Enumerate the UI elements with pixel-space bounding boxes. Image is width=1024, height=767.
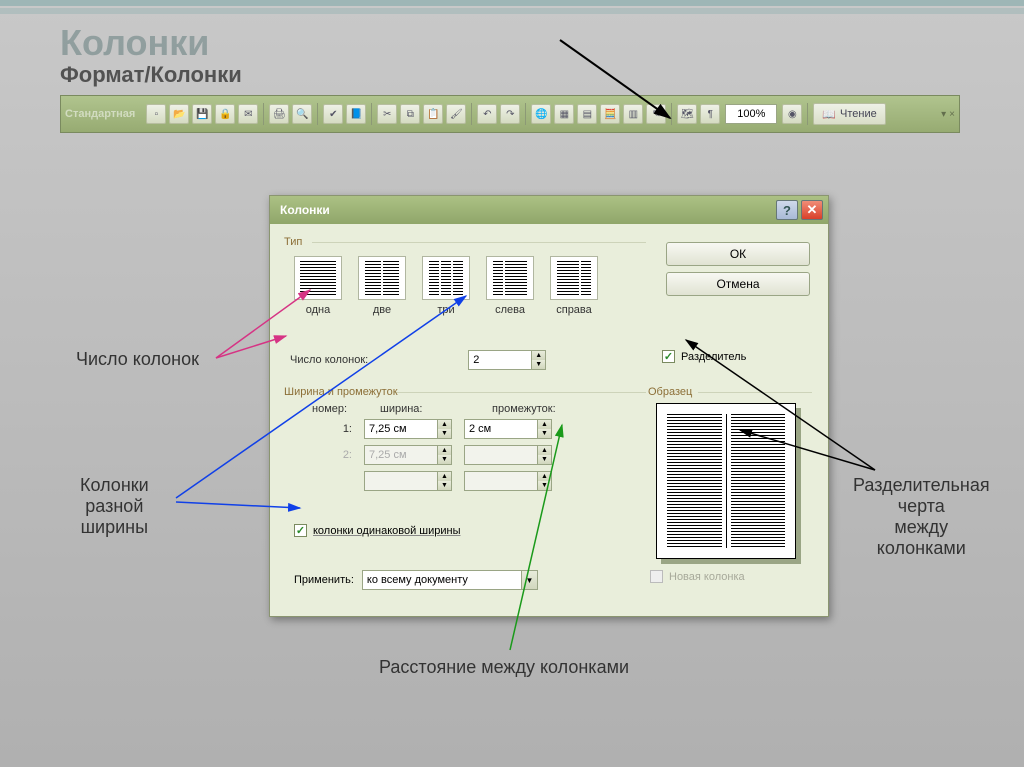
excel-icon[interactable]: 🧮 (600, 104, 620, 124)
toolbar-separator (371, 103, 372, 125)
col-width-header: ширина: (380, 403, 472, 415)
preview-column (667, 414, 722, 548)
cancel-button[interactable]: Отмена (666, 272, 810, 296)
row3-gap-spinner: ▲▼ (538, 471, 552, 491)
standard-toolbar: Стандартная ▫ 📂 💾 🔒 ✉ 🖨 🔍 ✔ 📘 ✂ ⧉ 📋 🖌 ↶ … (60, 95, 960, 133)
new-column-checkbox (650, 570, 663, 583)
type-left[interactable]: слева (482, 256, 538, 316)
cut-icon[interactable]: ✂ (377, 104, 397, 124)
callout-sep-line: Разделительная черта между колонками (853, 475, 990, 559)
preview-column (731, 414, 786, 548)
reading-layout-label: Чтение (840, 108, 877, 120)
research-icon[interactable]: 📘 (346, 104, 366, 124)
open-icon[interactable]: 📂 (169, 104, 189, 124)
type-two-label: две (373, 304, 391, 316)
toolbar-options-icon[interactable]: ▾ (941, 109, 946, 120)
apply-combo[interactable] (362, 570, 522, 590)
row1-gap-spinner[interactable]: ▲▼ (538, 419, 552, 439)
separator-label: Разделитель (681, 351, 746, 363)
columns-icon[interactable]: ▥ (623, 104, 643, 124)
numcols-spinner[interactable]: ▲▼ (532, 350, 546, 370)
callout-count: Число колонок (76, 349, 199, 370)
print-icon[interactable]: 🖨 (269, 104, 289, 124)
zoom-combo[interactable]: 100% (725, 104, 777, 124)
show-paragraph-icon[interactable]: ¶ (700, 104, 720, 124)
row1-index: 1: (312, 423, 352, 435)
spellcheck-icon[interactable]: ✔ (323, 104, 343, 124)
toolbar-separator (471, 103, 472, 125)
undo-icon[interactable]: ↶ (477, 104, 497, 124)
type-group-label: Тип (284, 236, 302, 248)
dialog-title-text: Колонки (280, 203, 330, 217)
save-icon[interactable]: 💾 (192, 104, 212, 124)
toolbar-separator (317, 103, 318, 125)
new-column-label: Новая колонка (669, 571, 745, 583)
help-icon[interactable]: ◉ (782, 104, 802, 124)
insert-table-icon[interactable]: ▤ (577, 104, 597, 124)
equal-width-label: колонки одинаковой ширины (313, 525, 461, 537)
drawing-icon[interactable]: ✎ (646, 104, 666, 124)
row1-gap-input[interactable] (464, 419, 538, 439)
row3-gap-input (464, 471, 538, 491)
row1-width-input[interactable] (364, 419, 438, 439)
apply-dropdown-icon[interactable]: ▼ (522, 570, 538, 590)
row2-index: 2: (312, 449, 352, 461)
preview-label: Образец (648, 386, 692, 398)
row2-gap-spinner: ▲▼ (538, 445, 552, 465)
doc-map-icon[interactable]: 🗺 (677, 104, 697, 124)
col-gap-header: промежуток: (492, 403, 584, 415)
columns-dialog: Колонки ? ✕ Тип одна две три (269, 195, 829, 617)
slide-subtitle: Формат/Колонки (60, 62, 242, 88)
type-right-label: справа (556, 304, 592, 316)
format-painter-icon[interactable]: 🖌 (446, 104, 466, 124)
numcols-input[interactable] (468, 350, 532, 370)
type-one[interactable]: одна (290, 256, 346, 316)
width-group-label: Ширина и промежуток (284, 386, 398, 398)
type-left-label: слева (495, 304, 525, 316)
apply-label: Применить: (294, 574, 354, 586)
mail-icon[interactable]: ✉ (238, 104, 258, 124)
preview-separator-line (726, 414, 727, 548)
equal-width-checkbox[interactable]: ✓ (294, 524, 307, 537)
hyperlink-icon[interactable]: 🌐 (531, 104, 551, 124)
type-three[interactable]: три (418, 256, 474, 316)
numcols-label: Число колонок: (290, 354, 368, 366)
new-doc-icon[interactable]: ▫ (146, 104, 166, 124)
paste-icon[interactable]: 📋 (423, 104, 443, 124)
type-right[interactable]: справа (546, 256, 602, 316)
col-number-header: номер: (312, 403, 360, 415)
callout-diff-width: Колонки разной ширины (80, 475, 149, 538)
row3-width-spinner: ▲▼ (438, 471, 452, 491)
dialog-titlebar: Колонки ? ✕ (270, 196, 828, 224)
ok-button[interactable]: ОК (666, 242, 810, 266)
row2-width-input (364, 445, 438, 465)
slide-decoration-bar (0, 8, 1024, 14)
print-preview-icon[interactable]: 🔍 (292, 104, 312, 124)
type-three-label: три (437, 304, 454, 316)
callout-gap: Расстояние между колонками (379, 657, 629, 678)
row1-width-spinner[interactable]: ▲▼ (438, 419, 452, 439)
toolbar-close-icon[interactable]: × (949, 109, 955, 120)
toolbar-separator (671, 103, 672, 125)
row2-gap-input (464, 445, 538, 465)
row2-width-spinner: ▲▼ (438, 445, 452, 465)
copy-icon[interactable]: ⧉ (400, 104, 420, 124)
slide-title: Колонки (60, 22, 209, 64)
slide-decoration-bar (0, 0, 1024, 6)
reading-layout-button[interactable]: 📖Чтение (813, 103, 885, 125)
type-two[interactable]: две (354, 256, 410, 316)
close-button[interactable]: ✕ (801, 200, 823, 220)
toolbar-separator (263, 103, 264, 125)
row3-width-input (364, 471, 438, 491)
permissions-icon[interactable]: 🔒 (215, 104, 235, 124)
tables-borders-icon[interactable]: ▦ (554, 104, 574, 124)
toolbar-caption: Стандартная (65, 108, 135, 120)
toolbar-separator (807, 103, 808, 125)
preview-box (656, 403, 796, 559)
redo-icon[interactable]: ↷ (500, 104, 520, 124)
type-one-label: одна (306, 304, 331, 316)
help-button[interactable]: ? (776, 200, 798, 220)
separator-checkbox[interactable]: ✓ (662, 350, 675, 363)
toolbar-separator (525, 103, 526, 125)
